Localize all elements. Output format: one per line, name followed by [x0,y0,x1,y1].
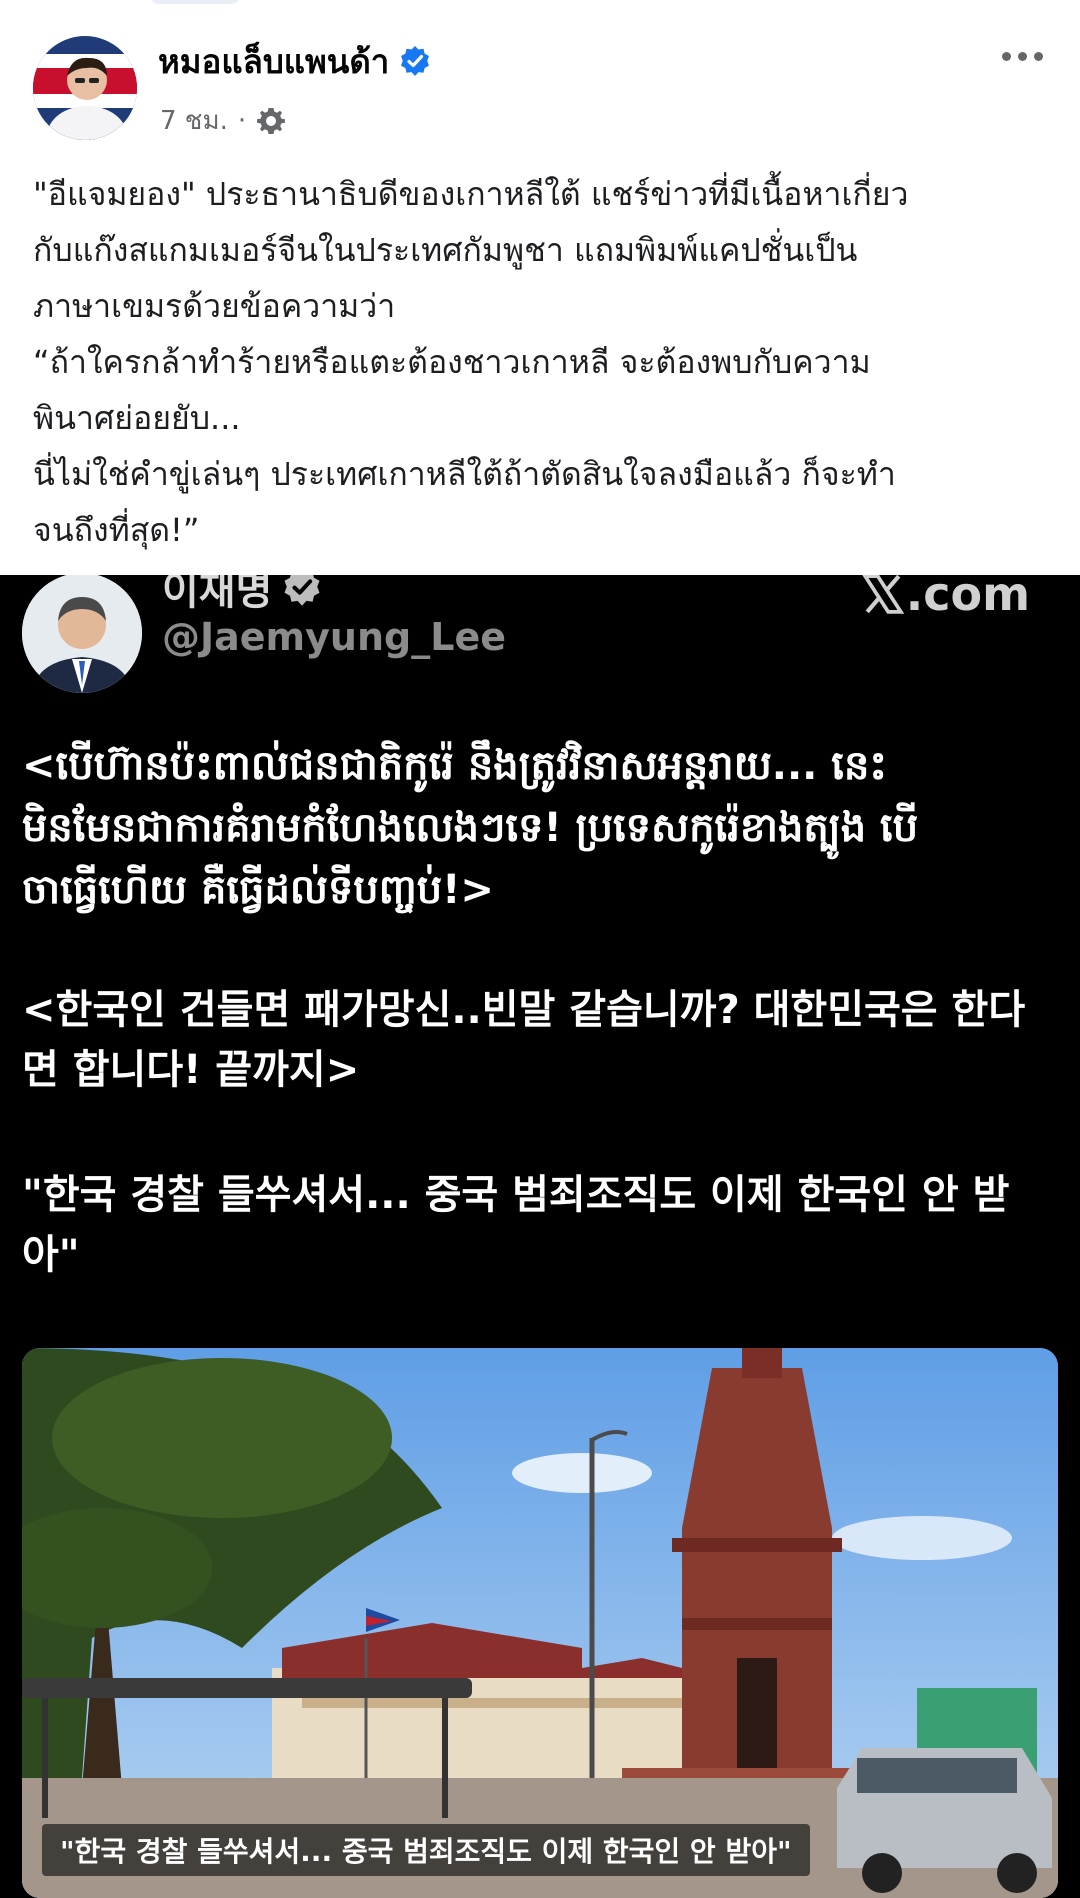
top-scroll-indicator [150,0,240,4]
author-name[interactable]: หมอแล็บแพนด้า [158,35,389,88]
more-options-icon[interactable] [992,38,1052,74]
tweet-author-avatar [22,575,142,693]
verified-badge-icon [401,46,430,76]
post-meta: 7 ชม. · [160,100,286,141]
tweet-handle: @Jaemyung_Lee [162,615,506,659]
tweet-name-row: 이재명 [162,575,322,617]
x-brand-text: .com [905,575,1030,621]
photo-caption: "한국 경찰 들쑤셔서... 중국 범죄조직도 이제 한국인 안 받아" [42,1824,810,1876]
news-photo[interactable]: "한국 경찰 들쑤셔서... 중국 범죄조직도 이제 한국인 안 받아" [22,1348,1058,1898]
post-text: "อีแจมยอง" ประธานาธิบดีของเกาหลีใต้ แชร์… [33,175,909,549]
author-avatar[interactable] [33,36,137,140]
author-name-row: หมอแล็บแพนด้า [158,38,431,84]
facebook-post: หมอแล็บแพนด้า 7 ชม. · "อีแจมยอง" ประธานา… [0,0,1080,575]
x-logo-icon [861,575,904,614]
post-time[interactable]: 7 ชม. [160,100,228,141]
tweet-khmer-text: <បើហ៊ានប៉ះពាល់ជនជាតិកូរ៉េ នឹងត្រូវវិនាសអ… [22,743,919,913]
x-brand: .com [861,575,1030,621]
tweet-author-name: 이재명 [162,575,273,614]
shared-tweet-image[interactable]: 이재명 @Jaemyung_Lee .com <បើហ៊ានប៉ះពាល់ជនជ… [0,575,1080,1898]
tweet-verified-icon [284,575,320,606]
gear-icon [257,107,286,134]
tweet-headline: "한국 경찰 들쑤셔서... 중국 범죄조직도 이제 한국인 안 받 아" [22,1172,1010,1278]
tweet-korean-text: <한국인 건들면 패가망신..빈말 같습니까? 대한민국은 한다 면 합니다! … [22,987,1026,1093]
meta-separator: · [237,105,247,136]
